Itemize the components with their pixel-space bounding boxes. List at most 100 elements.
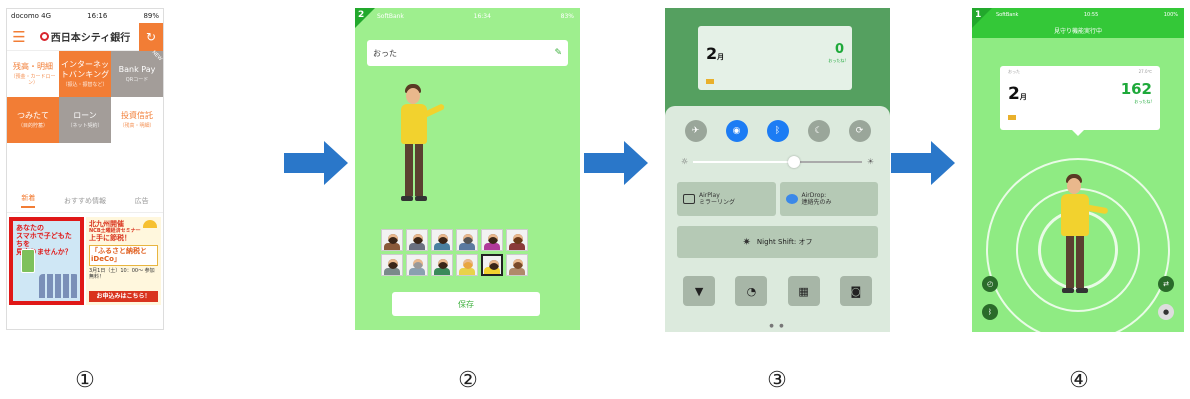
character-shoe [415, 196, 427, 201]
avatar-option[interactable] [456, 229, 478, 251]
screen-watching: 1 SoftBank 10:55 100% 見守り機能実行中 おった 27.0℃… [972, 8, 1184, 332]
news-tabs: 新着 おすすめ情報 広告 [7, 189, 163, 213]
brightness-high-icon: ☀ [866, 157, 874, 166]
app-header: ☰ 西日本シティ銀行 ↻ [7, 22, 163, 51]
calculator-icon[interactable]: ▦ [787, 276, 820, 306]
banner-row: あなたの スマホで子どもたちを 見守りませんか？ 北九州開催 NCB土曜経済セミ… [7, 213, 163, 309]
night-shift-button[interactable]: ✷ Night Shift: オフ [677, 226, 878, 258]
page-dots: ● ● [769, 323, 786, 329]
tile-sub: （振込・振替など） [62, 82, 108, 89]
banner-seminar[interactable]: 北九州開催 NCB土曜経済セミナー 上手に節税！ 「ふるさと納税とiDeCo」 … [86, 217, 161, 305]
tab-new[interactable]: 新着 [21, 193, 36, 208]
caption-step-2: ② [458, 368, 478, 393]
banner-text: あなたの [16, 224, 44, 232]
camera-icon[interactable]: ◙ [839, 276, 872, 306]
do-not-disturb-icon[interactable]: ☾ [807, 120, 830, 142]
avatar-option[interactable] [381, 254, 403, 276]
avatar-option[interactable] [406, 229, 428, 251]
airdrop-button[interactable]: AirDrop: 連絡先のみ [779, 182, 878, 216]
character-body [401, 104, 427, 144]
airdrop-line2: 連絡先のみ [801, 199, 832, 206]
arrow-right-icon [284, 141, 348, 185]
avatar-option[interactable] [481, 254, 503, 276]
tool-shortcuts: ▼ ◔ ▦ ◙ [673, 276, 882, 306]
avatar-option[interactable] [406, 254, 428, 276]
banner-text: スマホで子どもたちを [16, 232, 72, 249]
character-shoe [401, 196, 413, 201]
airplane-mode-icon[interactable]: ✈ [684, 120, 707, 142]
month-number: 2 [706, 44, 718, 63]
tile-balance[interactable]: 残高・明細 （預金・カードローン） [7, 51, 59, 97]
tile-label: つみたて [17, 110, 49, 120]
brightness-low-icon: ☼ [681, 157, 689, 166]
menu-tile-grid: 残高・明細 （預金・カードローン） インターネットバンキング （振込・振替など）… [7, 49, 164, 189]
avatar-option[interactable] [381, 229, 403, 251]
brightness-slider[interactable]: ☼ ☀ [681, 156, 874, 168]
screen-control-center: 2月 0 おったね! ✈ ◉ ᛒ ☾ ⟳ ☼ ☀ AirPlay ミラーリング … [665, 8, 890, 332]
character-leg [405, 144, 413, 196]
bank-logo: 西日本シティ銀行 [39, 29, 130, 44]
banner-text: 「ふるさと納税とiDeCo」 [89, 244, 158, 266]
crown-icon [706, 79, 714, 84]
tile-internet-banking[interactable]: インターネットバンキング （振込・振替など） [59, 51, 111, 97]
sharing-row: AirPlay ミラーリング AirDrop: 連絡先のみ [677, 182, 878, 216]
wifi-icon[interactable]: ◉ [725, 120, 748, 142]
new-badge: NEW [150, 49, 164, 63]
children-illustration [39, 274, 79, 298]
banner-date: 3月1日（土）10：00〜 参加無料！ [89, 267, 155, 280]
airplay-line2: ミラーリング [699, 199, 736, 206]
avatar-option[interactable] [481, 229, 503, 251]
avatar-option[interactable] [506, 229, 528, 251]
timer-icon[interactable]: ◔ [735, 276, 768, 306]
night-shift-label: Night Shift: オフ [756, 238, 813, 246]
avatar-option[interactable] [456, 254, 478, 276]
tile-loan[interactable]: ローン （ネット契約） [59, 97, 111, 143]
airplay-text: AirPlay ミラーリング [699, 192, 735, 207]
tile-sub: （目的貯蓄） [17, 123, 48, 130]
speed-icon[interactable]: ◴ [982, 276, 998, 292]
smartphone-icon [21, 249, 35, 273]
tile-tsumitate[interactable]: つみたて （目的貯蓄） [7, 97, 59, 143]
toggle-icon[interactable]: ● [1158, 304, 1174, 320]
avatar-option[interactable] [506, 254, 528, 276]
airplay-button[interactable]: AirPlay ミラーリング [677, 182, 776, 216]
count-label: おったね! [828, 58, 846, 63]
bluetooth-icon[interactable]: ᛒ [982, 304, 998, 320]
save-button[interactable]: 保存 [392, 292, 540, 316]
control-center-panel: ✈ ◉ ᛒ ☾ ⟳ ☼ ☀ AirPlay ミラーリング AirDrop: 連絡… [665, 106, 890, 332]
tile-label: ローン [73, 110, 97, 120]
airplay-line1: AirPlay [699, 191, 720, 199]
bluetooth-icon[interactable]: ᛒ [766, 120, 789, 142]
night-shift-icon: ✷ [742, 236, 751, 248]
character-leg [1076, 236, 1084, 288]
banner-child-watch[interactable]: あなたの スマホで子どもたちを 見守りませんか？ [9, 217, 84, 305]
sun-icon [143, 220, 157, 228]
rotation-lock-icon[interactable]: ⟳ [848, 120, 871, 142]
month-value: 2月 [706, 44, 724, 63]
character-head [1067, 178, 1081, 194]
avatar-option[interactable] [431, 254, 453, 276]
connection-icon[interactable]: ⇄ [1158, 276, 1174, 292]
tile-label: 投資信託 [121, 110, 153, 120]
menu-icon[interactable]: ☰ [7, 28, 31, 46]
flashlight-icon[interactable]: ▼ [683, 276, 716, 306]
tab-recommended[interactable]: おすすめ情報 [64, 196, 106, 206]
count-widget: 2月 0 おったね! [698, 26, 852, 90]
tab-ads[interactable]: 広告 [135, 196, 149, 206]
character-leg [415, 144, 423, 196]
airdrop-icon [785, 194, 798, 204]
tile-bank-pay[interactable]: Bank Pay QRコード NEW [111, 49, 164, 97]
carrier-label: docomo 4G [11, 12, 52, 20]
banner-text: 上手に節税！ [89, 234, 131, 243]
connectivity-toggles: ✈ ◉ ᛒ ☾ ⟳ [665, 106, 890, 142]
tile-sub: （預金・カードローン） [10, 74, 56, 87]
tile-label: Bank Pay [118, 64, 156, 74]
slider-knob[interactable] [788, 156, 801, 168]
character-body [1061, 194, 1089, 236]
battery-label: 89% [143, 12, 159, 20]
tile-investment-trust[interactable]: 投資信託 （残高・明細） [111, 97, 163, 143]
avatar-option[interactable] [431, 229, 453, 251]
apply-button[interactable]: お申込みはこちら！ [89, 290, 158, 302]
refresh-icon[interactable]: ↻ [139, 22, 163, 51]
screen-bank-app: docomo 4G 16:16 89% ☰ 西日本シティ銀行 ↻ 残高・明細 （… [6, 8, 164, 330]
